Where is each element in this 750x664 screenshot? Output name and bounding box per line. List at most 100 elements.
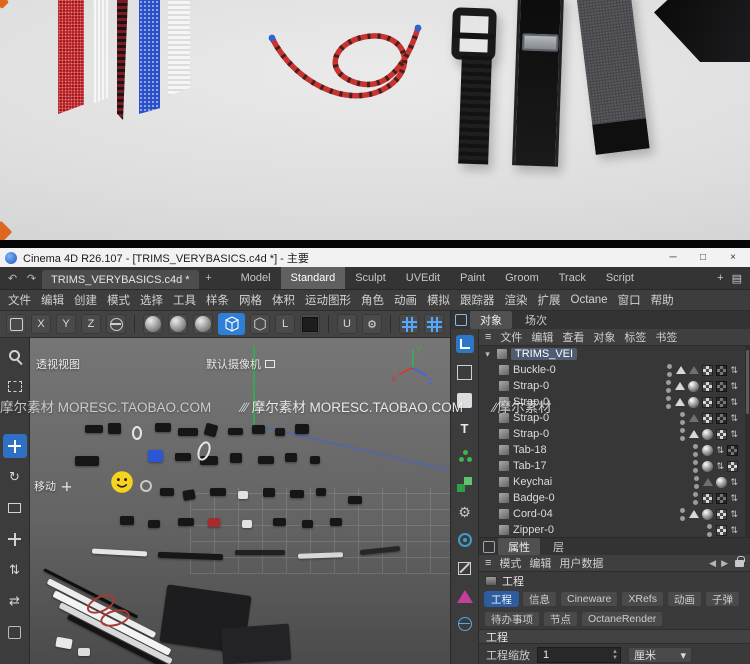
xpresso-tag-icon[interactable]: ⇅ (730, 397, 738, 407)
menu-extensions[interactable]: 扩展 (538, 292, 561, 308)
object-tree[interactable]: ▾ TRIMS_VEI Buckle-0 ⇅ Strap-0 ⇅ Strap-0… (479, 346, 750, 538)
object-name[interactable]: Zipper-0 (513, 524, 554, 536)
layout-tab-script[interactable]: Script (596, 267, 644, 289)
visibility-dots[interactable] (665, 379, 672, 393)
object-row[interactable]: Strap-0 ⇅ (479, 410, 750, 426)
layout-tab-uvedit[interactable]: UVEdit (396, 267, 450, 289)
tab-takes[interactable]: 场次 (515, 311, 557, 329)
object-row[interactable]: Zipper-0 ⇅ (479, 522, 750, 537)
layout-tab-paint[interactable]: Paint (450, 267, 495, 289)
menu-volume[interactable]: 体积 (272, 292, 295, 308)
menu-octane[interactable]: Octane (571, 294, 608, 306)
tab-todo[interactable]: 待办事项 (484, 611, 540, 627)
make-editable-button[interactable] (218, 313, 245, 335)
object-name[interactable]: Tab-18 (513, 444, 547, 456)
object-row[interactable]: Tab-17 ⇅ (479, 458, 750, 474)
phong-tag-icon[interactable] (675, 382, 686, 390)
object-name[interactable]: TRIMS_VEI (511, 348, 578, 360)
menu-mograph[interactable]: 运动图形 (305, 292, 351, 308)
menu-file[interactable]: 文件 (8, 292, 31, 308)
spinner-icon[interactable]: ▲ ▼ (612, 649, 618, 661)
phong-tag-icon[interactable] (703, 478, 714, 486)
material-tag-icon[interactable] (702, 444, 714, 456)
menu-create[interactable]: 创建 (74, 292, 97, 308)
object-row[interactable]: Strap-0 ⇅ (479, 426, 750, 442)
visibility-dots[interactable] (679, 507, 686, 521)
om-menu-edit[interactable]: 编辑 (531, 329, 553, 345)
menu-animate[interactable]: 动画 (394, 292, 417, 308)
texture-tag-icon[interactable] (727, 444, 738, 456)
menu-simulate[interactable]: 模拟 (427, 292, 450, 308)
move-tool-icon[interactable] (143, 314, 163, 334)
texture-tag-icon[interactable] (727, 460, 738, 472)
visibility-dots[interactable] (666, 363, 673, 377)
object-row[interactable]: Buckle-0 ⇅ (479, 362, 750, 378)
menu-character[interactable]: 角色 (361, 292, 384, 308)
object-row[interactable]: Strap-0 ⇅ (479, 394, 750, 410)
material-tag-icon[interactable] (702, 428, 714, 440)
menu-mesh[interactable]: 网格 (239, 292, 262, 308)
rect-select-icon[interactable] (3, 374, 27, 398)
material-tag-icon[interactable] (702, 460, 714, 472)
texture-tag-icon[interactable] (716, 508, 728, 520)
om-menu-file[interactable]: 文件 (500, 329, 522, 345)
texture-tag-icon[interactable] (716, 396, 728, 408)
menu-spline[interactable]: 样条 (206, 292, 229, 308)
material-tag-icon[interactable] (702, 508, 714, 520)
object-row[interactable]: Keychai ⇅ (479, 474, 750, 490)
snap-magnet-icon[interactable]: U (337, 314, 357, 334)
axis-y-button[interactable]: Y (56, 314, 76, 334)
globe-icon[interactable] (454, 613, 476, 635)
history-forward-icon[interactable]: ▶ (721, 558, 728, 569)
xpresso-tag-icon[interactable]: ⇅ (730, 525, 738, 535)
menu-edit[interactable]: 编辑 (41, 292, 64, 308)
object-row[interactable]: Badge-0 ⇅ (479, 490, 750, 506)
texture-tag-icon[interactable] (716, 428, 728, 440)
menu-render[interactable]: 渲染 (505, 292, 528, 308)
menu-help[interactable]: 帮助 (651, 292, 674, 308)
object-name[interactable]: Keychai (513, 476, 552, 488)
layout-tab-sculpt[interactable]: Sculpt (345, 267, 396, 289)
redo-icon[interactable]: ↷ (23, 272, 40, 285)
xpresso-tag-icon[interactable]: ⇅ (730, 429, 738, 439)
layout-menu-icon[interactable]: ▤ (732, 272, 742, 285)
xpresso-tag-icon[interactable]: ⇅ (730, 509, 738, 519)
phong-tag-icon[interactable] (689, 414, 700, 422)
attr-menu-edit[interactable]: 编辑 (529, 555, 551, 571)
tab-objects[interactable]: 对象 (470, 311, 512, 329)
window-titlebar[interactable]: Cinema 4D R26.107 - [TRIMS_VERYBASICS.c4… (0, 248, 750, 267)
layout-tab-standard[interactable]: Standard (280, 267, 346, 289)
voxel-cubes-icon[interactable] (454, 473, 476, 495)
om-menu-view[interactable]: 查看 (562, 329, 584, 345)
wire-cube-icon[interactable] (454, 557, 476, 579)
texture-tag-icon[interactable] (716, 412, 728, 424)
color-swatch[interactable] (300, 314, 320, 334)
mograph-cloner-icon[interactable] (454, 445, 476, 467)
xpresso-tag-icon[interactable]: ⇅ (730, 477, 738, 487)
l-bracket-icon[interactable]: L (275, 314, 295, 334)
object-row[interactable]: Strap-0 ⇅ (479, 378, 750, 394)
texture-tag-icon[interactable] (716, 524, 728, 536)
layout-tab-model[interactable]: Model (231, 267, 281, 289)
live-selection-icon[interactable] (6, 314, 26, 334)
gear-icon[interactable]: ⚙ (454, 501, 476, 523)
om-menu-tags[interactable]: 标签 (624, 329, 646, 345)
visibility-dots[interactable] (692, 491, 699, 505)
material-tag-icon[interactable] (688, 396, 700, 408)
maximize-button[interactable]: □ (691, 249, 715, 266)
texture-tag-icon[interactable] (716, 492, 728, 504)
xpresso-tag-icon[interactable]: ⇅ (730, 381, 738, 391)
updown-icon[interactable]: ⇅ (3, 558, 27, 582)
menu-tracker[interactable]: 跟踪器 (460, 292, 495, 308)
object-name[interactable]: Badge-0 (513, 492, 555, 504)
xpresso-tag-icon[interactable]: ⇅ (730, 413, 738, 423)
layout-icon[interactable] (454, 333, 476, 355)
axis-z-button[interactable]: Z (81, 314, 101, 334)
object-name[interactable]: Strap-0 (513, 396, 549, 408)
magnify-icon[interactable] (3, 343, 27, 367)
visibility-dots[interactable] (679, 427, 686, 441)
xpresso-tag-icon[interactable]: ⇅ (716, 461, 724, 471)
add-layout-button[interactable]: + (717, 272, 723, 285)
phong-tag-icon[interactable] (689, 510, 700, 518)
visibility-dots[interactable] (692, 443, 699, 457)
